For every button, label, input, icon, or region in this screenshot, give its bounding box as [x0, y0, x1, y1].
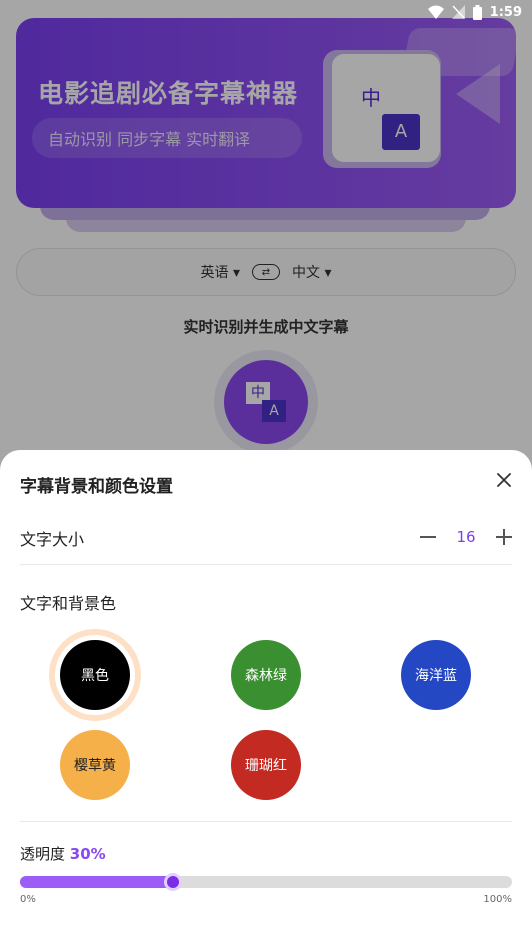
- opacity-value: 30%: [69, 845, 106, 863]
- swatch-label: 海洋蓝: [415, 668, 457, 684]
- font-size-stepper: 16: [418, 525, 514, 549]
- sheet-title: 字幕背景和颜色设置: [20, 477, 173, 497]
- swatch-label: 森林绿: [245, 668, 287, 684]
- font-size-label: 文字大小: [20, 530, 85, 549]
- opacity-label-text: 透明度: [20, 845, 66, 863]
- status-time: 1:59: [489, 4, 522, 20]
- close-icon[interactable]: [492, 468, 516, 492]
- swatch-ocean-blue[interactable]: 海洋蓝: [401, 640, 471, 710]
- opacity-slider-thumb[interactable]: [163, 873, 182, 891]
- slider-min-label: 0%: [20, 894, 36, 905]
- no-signal-icon: [451, 5, 465, 19]
- subtitle-style-sheet: 字幕背景和颜色设置 文字大小 16 文字和背景色 黑色 森林绿 海洋蓝 樱草黄 …: [0, 450, 532, 947]
- decrease-font-size-button[interactable]: [418, 527, 438, 547]
- swatch-forest-green[interactable]: 森林绿: [231, 640, 301, 710]
- divider: [20, 564, 512, 565]
- swatch-coral-red[interactable]: 珊瑚红: [231, 730, 301, 800]
- opacity-label: 透明度 30%: [20, 843, 106, 864]
- swatch-label: 珊瑚红: [245, 758, 287, 774]
- opacity-slider-fill: [20, 876, 173, 888]
- increase-font-size-button[interactable]: [494, 527, 514, 547]
- swatch-primrose-yellow[interactable]: 樱草黄: [60, 730, 130, 800]
- swatch-label: 樱草黄: [74, 758, 116, 774]
- swatch-black[interactable]: 黑色: [60, 640, 130, 710]
- opacity-slider[interactable]: [20, 873, 512, 891]
- font-size-value: 16: [456, 528, 476, 546]
- status-bar: 1:59: [0, 0, 532, 24]
- wifi-icon: [427, 5, 444, 19]
- battery-icon: [472, 4, 482, 20]
- swatch-label: 黑色: [81, 668, 109, 684]
- divider: [20, 821, 512, 822]
- slider-max-label: 100%: [483, 894, 512, 905]
- color-section-label: 文字和背景色: [20, 594, 117, 613]
